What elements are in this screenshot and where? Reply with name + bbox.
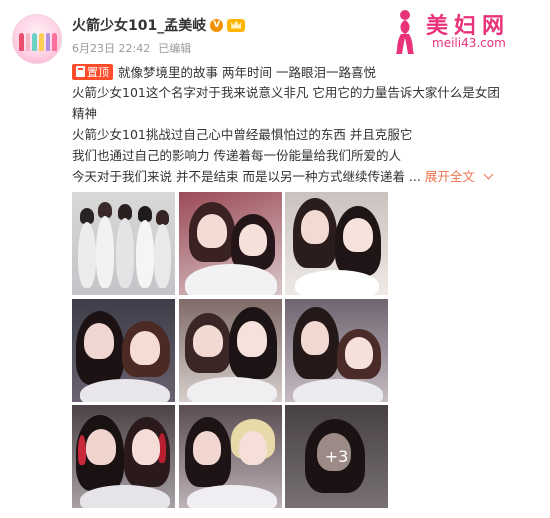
expand-label: 展开全文 bbox=[424, 169, 475, 184]
photo-thumbnail[interactable] bbox=[178, 405, 282, 508]
pin-icon bbox=[76, 66, 85, 77]
photo-thumbnail[interactable] bbox=[178, 192, 282, 295]
photo-grid: +3 bbox=[72, 192, 388, 508]
verified-v-icon: V bbox=[210, 18, 224, 32]
photo-thumbnail[interactable] bbox=[285, 192, 388, 295]
post-text-line-5-text: 今天对于我们来说 并不是结束 而是以另一种方式继续传递着 ... bbox=[72, 169, 421, 184]
weibo-post: 火箭少女101_孟美岐 V 6月23日 22:42 已编辑 美妇网 meili4… bbox=[0, 0, 550, 518]
expand-link[interactable]: 展开全文 bbox=[424, 169, 494, 184]
chevron-down-icon bbox=[483, 169, 494, 180]
avatar-figures bbox=[19, 33, 58, 51]
post-text-line-3: 火箭少女101挑战过自己心中曾经最惧怕过的东西 并且克服它 bbox=[72, 127, 413, 142]
post-date[interactable]: 6月23日 22:42 bbox=[72, 40, 150, 56]
post-text-line-2: 火箭少女101这个名字对于我来说意义非凡 它用它的力量告诉大家什么是女团精神 bbox=[72, 85, 500, 121]
post-text-line-4: 我们也通过自己的影响力 传递着每一份能量给我们所爱的人 bbox=[72, 148, 401, 163]
author-row: 火箭少女101_孟美岐 V bbox=[72, 14, 246, 36]
pinned-line: 置顶 就像梦境里的故事 两年时间 一路眼泪一路喜悦 bbox=[72, 62, 376, 81]
post-text-line-1: 就像梦境里的故事 两年时间 一路眼泪一路喜悦 bbox=[118, 65, 376, 80]
photo-thumbnail[interactable] bbox=[72, 405, 175, 508]
more-photos-overlay: +3 bbox=[285, 405, 388, 508]
pinned-label: 置顶 bbox=[87, 65, 109, 79]
pinned-badge: 置顶 bbox=[72, 63, 113, 80]
more-photos-count: +3 bbox=[324, 447, 349, 466]
watermark-figure-icon bbox=[396, 10, 414, 54]
watermark-url: meili43.com bbox=[432, 36, 506, 50]
photo-thumbnail[interactable] bbox=[285, 298, 388, 402]
photo-thumbnail-more[interactable]: +3 bbox=[285, 405, 388, 508]
photo-thumbnail[interactable] bbox=[178, 298, 282, 402]
post-text-line-5: 今天对于我们来说 并不是结束 而是以另一种方式继续传递着 ... 展开全文 bbox=[72, 166, 512, 187]
post-body: 火箭少女101这个名字对于我来说意义非凡 它用它的力量告诉大家什么是女团精神 火… bbox=[72, 82, 512, 187]
username[interactable]: 火箭少女101_孟美岐 bbox=[72, 15, 206, 35]
watermark: 美妇网 meili43.com bbox=[390, 6, 540, 58]
avatar[interactable] bbox=[12, 14, 62, 64]
post-meta: 6月23日 22:42 已编辑 bbox=[72, 40, 191, 56]
edited-label: 已编辑 bbox=[158, 42, 192, 55]
photo-thumbnail[interactable] bbox=[72, 298, 175, 402]
crown-icon bbox=[227, 18, 246, 32]
photo-thumbnail[interactable] bbox=[72, 192, 175, 295]
